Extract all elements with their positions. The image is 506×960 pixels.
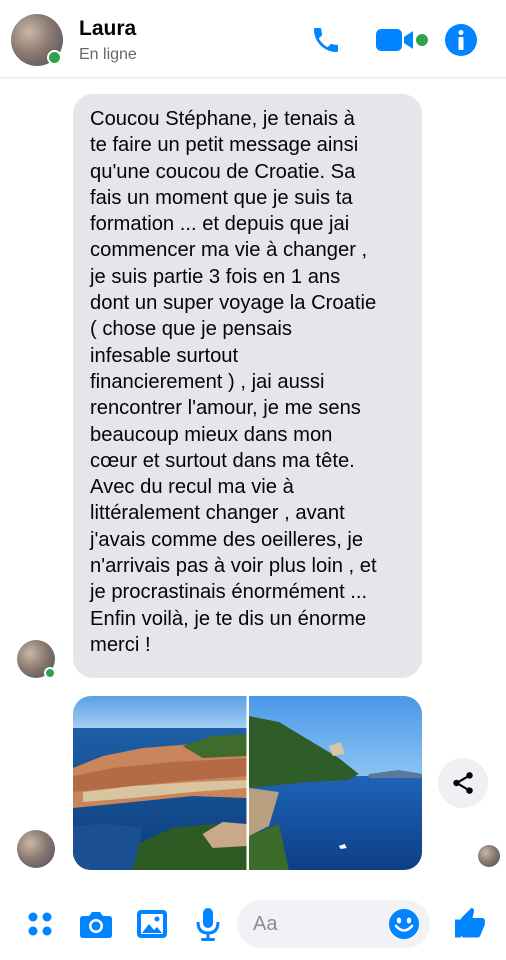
message-line: cœur et surtout dans ma tête. bbox=[90, 449, 355, 472]
info-button[interactable] bbox=[443, 22, 479, 58]
chat-header: Laura En ligne bbox=[0, 0, 506, 78]
emoji-button[interactable] bbox=[387, 907, 421, 941]
contact-name[interactable]: Laura bbox=[79, 17, 136, 41]
online-indicator bbox=[47, 50, 62, 65]
microphone-icon bbox=[196, 908, 220, 941]
read-receipt-avatar bbox=[478, 845, 500, 867]
message-line: ( chose que je pensais bbox=[90, 318, 293, 341]
photo-image bbox=[248, 696, 422, 870]
coastline-photo[interactable] bbox=[248, 696, 422, 870]
info-icon bbox=[445, 24, 477, 56]
avatar-photo bbox=[478, 845, 500, 867]
message-line: te faire un petit message ainsi bbox=[90, 134, 359, 157]
message-line: Coucou Stéphane, je tenais à bbox=[90, 108, 355, 130]
message-line: rencontrer l'amour, je me sens bbox=[90, 397, 361, 420]
avatar-photo bbox=[17, 830, 55, 868]
share-icon bbox=[453, 772, 473, 794]
message-line: Enfin voilà, je te dis un énorme bbox=[90, 607, 367, 630]
camera-icon bbox=[80, 912, 112, 938]
message-line: formation ... et depuis que jai bbox=[90, 213, 350, 236]
more-actions-button[interactable] bbox=[22, 906, 58, 942]
like-button[interactable] bbox=[448, 902, 492, 946]
message-line: commencer ma vie à changer , bbox=[90, 239, 368, 262]
message-line: fais un moment que je suis ta bbox=[90, 186, 353, 209]
message-line: dont un super voyage la Croatie bbox=[90, 292, 377, 315]
message-line: Avec du recul ma vie à bbox=[90, 476, 294, 499]
message-line: infesable surtout bbox=[90, 344, 239, 367]
voice-call-button[interactable] bbox=[307, 22, 345, 58]
video-call-button[interactable] bbox=[373, 24, 431, 56]
message-line: financierement ) , jai aussi bbox=[90, 370, 325, 393]
message-input[interactable] bbox=[253, 900, 383, 948]
message-line: n'arrivais pas à voir plus loin , et bbox=[90, 555, 377, 578]
gallery-button[interactable] bbox=[132, 905, 172, 943]
message-line: je procrastinais énormément ... bbox=[90, 581, 368, 604]
thumbs-up-icon bbox=[455, 907, 485, 938]
message-line: beaucoup mieux dans mon bbox=[90, 423, 333, 446]
photo-image bbox=[73, 696, 247, 870]
menu-dots-icon bbox=[28, 912, 52, 936]
message-line: littéralement changer , avant bbox=[90, 502, 345, 525]
emoji-icon bbox=[389, 909, 419, 939]
dubrovnik-old-town-photo[interactable] bbox=[73, 696, 247, 870]
received-message-bubble[interactable]: Coucou Stéphane, je tenais à te faire un… bbox=[73, 94, 422, 678]
message-input-box[interactable] bbox=[237, 900, 430, 948]
phone-icon bbox=[314, 28, 338, 52]
video-camera-icon bbox=[376, 29, 428, 51]
photo-attachment-group[interactable] bbox=[73, 696, 422, 870]
message-line: qu'une coucou de Croatie. Sa bbox=[90, 160, 356, 183]
message-sender-avatar[interactable] bbox=[17, 830, 55, 868]
message-line: je suis partie 3 fois en 1 ans bbox=[90, 265, 341, 288]
message-composer bbox=[0, 888, 506, 960]
gallery-icon bbox=[137, 910, 167, 938]
message-line: j'avais comme des oeilleres, je bbox=[90, 528, 364, 551]
camera-button[interactable] bbox=[76, 905, 116, 943]
contact-status: En ligne bbox=[79, 46, 137, 63]
share-button[interactable] bbox=[438, 758, 488, 808]
voice-message-button[interactable] bbox=[190, 904, 226, 944]
online-indicator bbox=[44, 667, 56, 679]
message-line: merci ! bbox=[90, 633, 151, 656]
